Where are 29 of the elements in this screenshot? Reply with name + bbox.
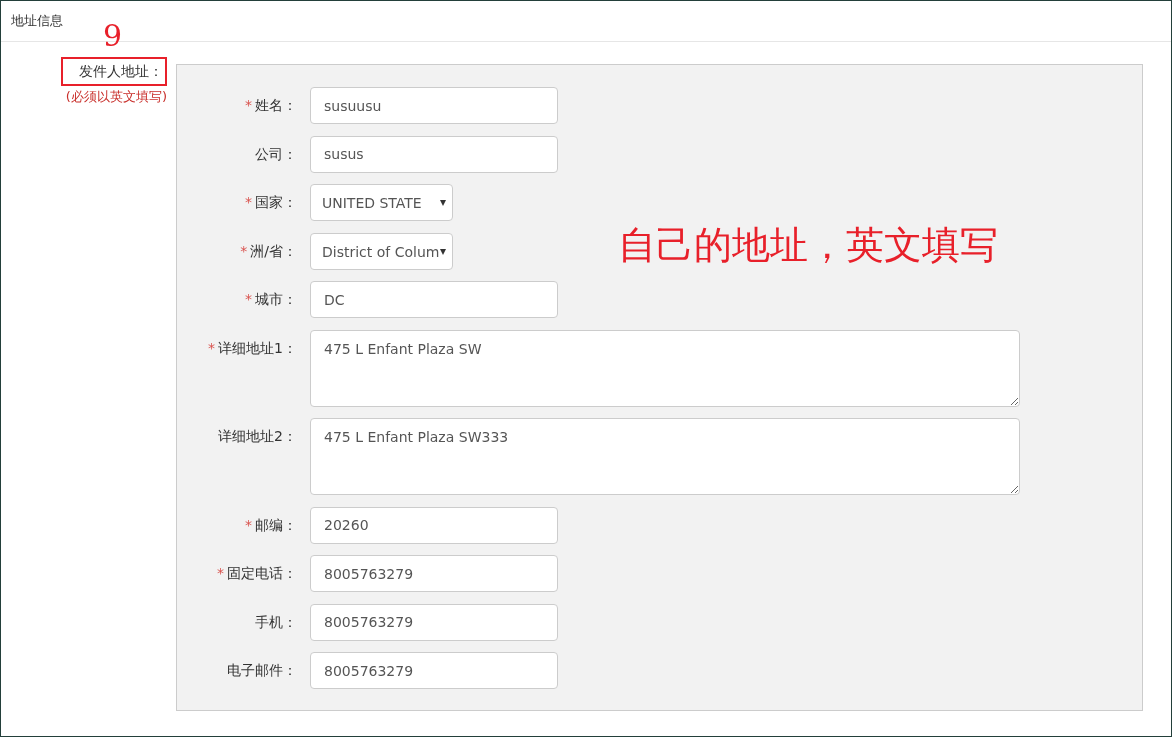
input-field[interactable]: 20260	[310, 506, 558, 544]
annotation-text: 自己的地址，英文填写	[618, 225, 998, 267]
text-area[interactable]: 475 L Enfant Plaza SW	[310, 329, 1020, 407]
field-label: * 洲/省：	[239, 241, 297, 261]
dropdown[interactable]: District of Colum	[310, 232, 453, 270]
sender-address-label: 发件人地址：	[61, 57, 167, 86]
caret-icon	[440, 200, 446, 206]
field-label: 公司：	[254, 144, 297, 164]
english-required-note: (必须以英文填写)	[65, 88, 167, 106]
text-area[interactable]: 475 L Enfant Plaza SW333	[310, 418, 1020, 495]
field-label: * 姓名：	[244, 96, 297, 115]
input-field[interactable]: 8005763279	[310, 652, 558, 689]
input-field[interactable]: DC	[310, 281, 558, 318]
field-label: 详细地址2：	[217, 427, 297, 446]
input-field[interactable]: 8005763279	[310, 603, 558, 641]
step-number: 9	[103, 21, 123, 51]
field-label: * 邮编：	[244, 515, 297, 535]
caret-icon	[440, 248, 446, 255]
field-label: * 固定电话：	[216, 564, 297, 583]
field-label: * 城市：	[244, 290, 297, 309]
input-field[interactable]: susuusu	[310, 87, 558, 124]
input-field[interactable]: susus	[310, 135, 558, 173]
field-label: 电子邮件：	[226, 661, 297, 680]
input-field[interactable]: 8005763279	[310, 555, 558, 592]
dropdown[interactable]: UNITED STATE	[310, 184, 453, 221]
field-label: 手机：	[254, 612, 297, 632]
field-label: * 详细地址1：	[207, 338, 297, 358]
field-label: * 国家：	[244, 193, 297, 212]
section-title: 地址信息	[11, 12, 63, 30]
